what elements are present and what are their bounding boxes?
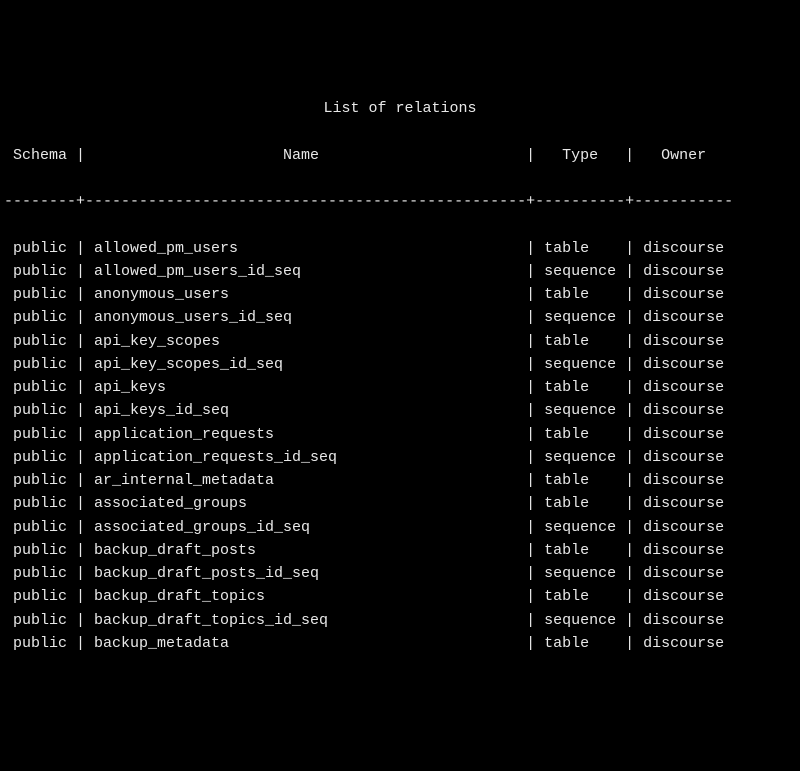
table-row: public | associated_groups_id_seq | sequ…: [4, 516, 796, 539]
table-row: public | backup_draft_posts | table | di…: [4, 539, 796, 562]
table-row: public | anonymous_users | table | disco…: [4, 283, 796, 306]
table-row: public | backup_draft_posts_id_seq | seq…: [4, 562, 796, 585]
table-row: public | backup_metadata | table | disco…: [4, 632, 796, 655]
separator-row: --------+-------------------------------…: [4, 190, 796, 213]
table-title: List of relations: [4, 97, 796, 120]
table-row: public | api_key_scopes | table | discou…: [4, 330, 796, 353]
table-row: public | backup_draft_topics | table | d…: [4, 585, 796, 608]
table-row: public | api_key_scopes_id_seq | sequenc…: [4, 353, 796, 376]
table-row: public | application_requests | table | …: [4, 423, 796, 446]
table-row: public | allowed_pm_users_id_seq | seque…: [4, 260, 796, 283]
table-row: public | application_requests_id_seq | s…: [4, 446, 796, 469]
table-body: public | allowed_pm_users | table | disc…: [4, 237, 796, 656]
table-row: public | ar_internal_metadata | table | …: [4, 469, 796, 492]
table-row: public | anonymous_users_id_seq | sequen…: [4, 306, 796, 329]
table-row: public | api_keys_id_seq | sequence | di…: [4, 399, 796, 422]
table-row: public | backup_draft_topics_id_seq | se…: [4, 609, 796, 632]
header-row: Schema | Name | Type | Owner: [4, 144, 796, 167]
table-row: public | associated_groups | table | dis…: [4, 492, 796, 515]
table-row: public | allowed_pm_users | table | disc…: [4, 237, 796, 260]
table-row: public | api_keys | table | discourse: [4, 376, 796, 399]
